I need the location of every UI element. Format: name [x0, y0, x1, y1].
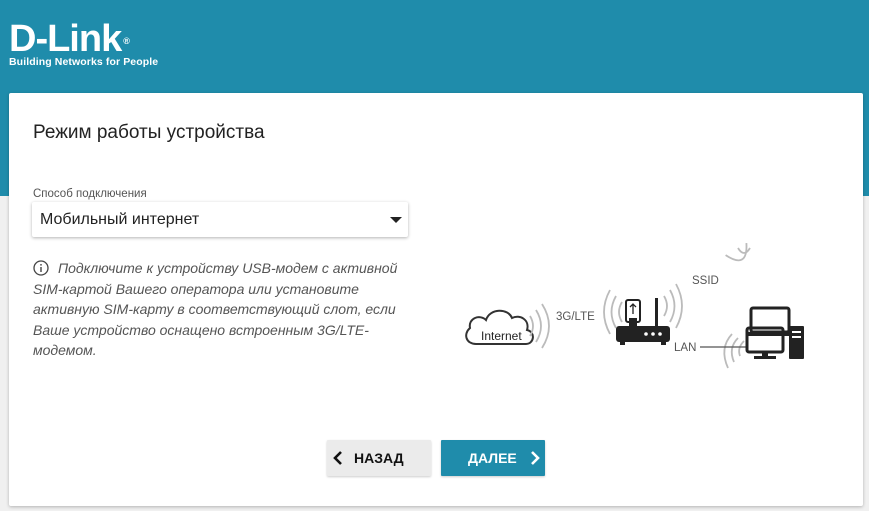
wifi-signal-icon — [663, 283, 683, 329]
cloud-signal-icon — [529, 303, 550, 349]
dlink-logo: D-Link ® Building Networks for People — [9, 20, 159, 68]
wizard-card: Режим работы устройства Способ подключен… — [9, 93, 863, 506]
wifi-ssid-label: SSID — [692, 275, 719, 287]
chevron-right-icon — [531, 451, 540, 465]
connection-method-label: Способ подключения — [33, 188, 147, 200]
back-button-label: НАЗАД — [354, 450, 404, 466]
usb-modem-icon — [625, 299, 641, 326]
logo-text: D-Link — [9, 18, 122, 60]
network-diagram: Internet 3G/LTE SSID LAN — [465, 243, 804, 369]
internet-cloud-icon: Internet — [465, 309, 534, 345]
logo-registered-mark: ® — [123, 36, 130, 46]
lan-label: LAN — [674, 342, 696, 354]
page-title: Режим работы устройства — [33, 122, 265, 143]
mobile-network-label: 3G/LTE — [556, 311, 595, 323]
caret-down-icon — [390, 217, 402, 223]
back-button[interactable]: НАЗАД — [327, 440, 431, 476]
internet-label: Internet — [481, 329, 522, 343]
next-button[interactable]: ДАЛЕЕ — [441, 440, 545, 476]
chevron-left-icon — [333, 451, 342, 465]
router-icon — [616, 298, 670, 345]
logo-tagline: Building Networks for People — [9, 56, 159, 68]
laptop-icon — [746, 306, 794, 336]
next-button-label: ДАЛЕЕ — [468, 450, 517, 466]
info-text: Подключите к устройству USB-модем с акти… — [33, 260, 398, 358]
connection-method-select[interactable]: Мобильный интернет — [32, 202, 408, 237]
connection-method-value: Мобильный интернет — [40, 211, 200, 228]
laptop-wave-icon — [723, 333, 745, 369]
laptop-signal-icon — [725, 243, 751, 262]
